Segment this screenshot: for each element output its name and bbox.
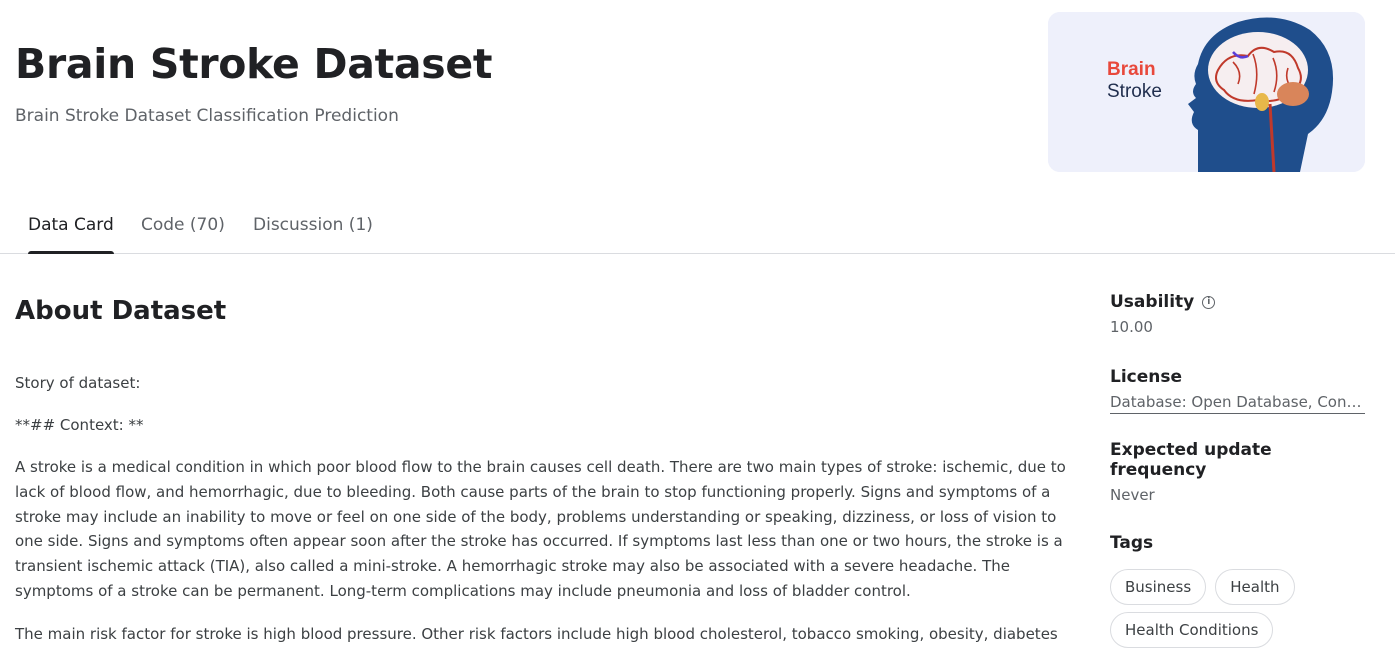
license-label: License xyxy=(1110,367,1183,387)
update-frequency-label: Expected update frequency xyxy=(1110,440,1272,480)
story-paragraph: Story of dataset: xyxy=(15,374,141,392)
tag-chip-health[interactable]: Health xyxy=(1215,569,1295,605)
about-dataset-section: About Dataset Story of dataset: **## Con… xyxy=(15,290,1085,643)
tags-list: Business Health Health Conditions xyxy=(1110,569,1370,648)
about-heading: About Dataset xyxy=(15,296,227,326)
info-icon[interactable]: i xyxy=(1202,295,1216,309)
context-paragraph: **## Context: ** xyxy=(15,416,144,434)
image-text-brain: Brain xyxy=(1107,59,1156,80)
stroke-description-paragraph: A stroke is a medical condition in which… xyxy=(15,458,1066,600)
tab-discussion[interactable]: Discussion (1) xyxy=(253,215,373,254)
tag-chip-health-conditions[interactable]: Health Conditions xyxy=(1110,612,1274,648)
dataset-title: Brain Stroke Dataset xyxy=(15,40,493,88)
tab-bar: Data Card Code (70) Discussion (1) xyxy=(0,200,1395,254)
image-text-stroke: Stroke xyxy=(1107,81,1162,102)
dataset-subtitle: Brain Stroke Dataset Classification Pred… xyxy=(15,106,399,126)
tab-data-card[interactable]: Data Card xyxy=(28,215,114,254)
update-frequency-value: Never xyxy=(1110,486,1155,504)
usability-label: Usability xyxy=(1110,292,1195,312)
license-link[interactable]: Database: Open Database, Contents: Datab… xyxy=(1110,393,1365,414)
usability-value: 10.00 xyxy=(1110,318,1153,336)
tags-label: Tags xyxy=(1110,533,1154,553)
usability-label-row: Usability i xyxy=(1110,292,1370,312)
brain-stroke-illustration: Brain Stroke xyxy=(1048,12,1365,172)
dataset-cover-image: Brain Stroke xyxy=(1048,12,1365,172)
tab-code[interactable]: Code (70) xyxy=(141,215,225,254)
tag-chip-business[interactable]: Business xyxy=(1110,569,1207,605)
metadata-sidebar: Usability i 10.00 License Database: Open… xyxy=(1110,292,1370,648)
risk-factor-paragraph: The main risk factor for stroke is high … xyxy=(15,625,1058,643)
